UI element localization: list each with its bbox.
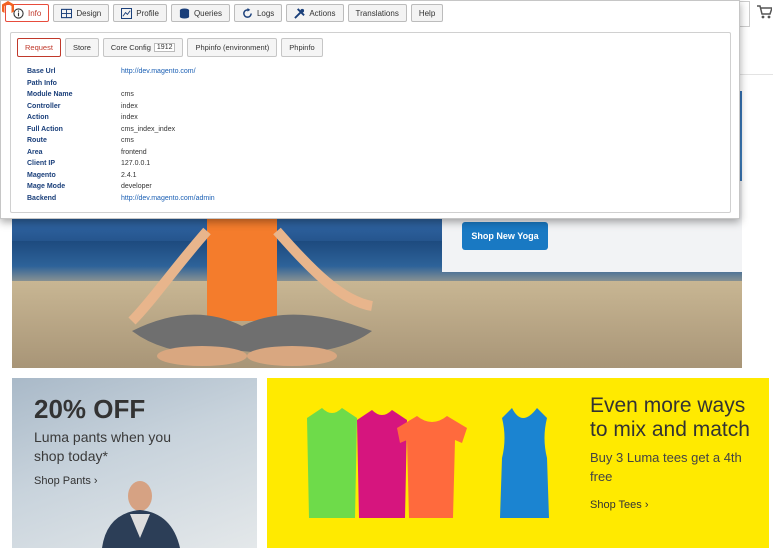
value: cms: [121, 91, 134, 99]
backend-link[interactable]: http://dev.magento.com/admin: [121, 195, 215, 202]
tab-info-label: Info: [28, 8, 42, 18]
subtab-request[interactable]: Request: [17, 38, 61, 57]
key: Module Name: [27, 91, 73, 99]
row-full-action: Full Action cms_index_index: [27, 124, 627, 136]
tees-subtitle: Buy 3 Luma tees get a 4th free: [590, 450, 742, 484]
key: Backend: [27, 194, 57, 202]
info-content-panel: Request Store Core Config 1912 Phpinfo (…: [10, 32, 731, 213]
tab-translations[interactable]: Translations: [347, 4, 407, 22]
row-controller: Controller index: [27, 101, 627, 113]
tab-translations-label: Translations: [355, 8, 399, 18]
subtab-store[interactable]: Store: [64, 38, 99, 57]
tab-actions-label: Actions: [309, 8, 336, 18]
row-route: Route cms: [27, 135, 627, 147]
subtab-core-config-label: Core Config: [110, 43, 151, 52]
row-path-info: Path Info: [27, 78, 627, 90]
tab-design[interactable]: Design: [53, 4, 110, 22]
value: index: [121, 102, 138, 110]
magento-logo-icon[interactable]: [0, 0, 16, 16]
key: Action: [27, 114, 49, 122]
row-backend: Backend http://dev.magento.com/admin: [27, 193, 627, 205]
value: developer: [121, 183, 152, 191]
shop-new-yoga-button[interactable]: Shop New Yoga: [462, 222, 548, 250]
yoga-model-image: [128, 211, 374, 366]
row-action: Action index: [27, 112, 627, 124]
key: Route: [27, 137, 47, 145]
subtab-phpinfo[interactable]: Phpinfo: [281, 38, 323, 57]
database-icon: [179, 7, 190, 19]
key: Base Url: [27, 68, 56, 76]
row-client-ip: Client IP 127.0.0.1: [27, 158, 627, 170]
refresh-icon: [243, 7, 252, 18]
tools-icon: [294, 7, 306, 19]
key: Magento: [27, 171, 56, 179]
tab-queries-label: Queries: [193, 8, 222, 18]
tab-logs[interactable]: Logs: [233, 4, 283, 22]
key: Area: [27, 148, 43, 156]
pants-promo-tile[interactable]: 20% OFF Luma pants when you shop today* …: [12, 378, 257, 548]
value: 127.0.0.1: [121, 160, 151, 168]
grid-icon: [61, 8, 73, 18]
value: cms: [121, 137, 134, 145]
tab-profile-label: Profile: [136, 8, 159, 18]
key: Controller: [27, 102, 61, 110]
key: Mage Mode: [27, 183, 66, 191]
pants-model-image: [102, 481, 180, 548]
tab-help-label: Help: [418, 8, 436, 18]
pants-subtitle: Luma pants when you shop today*: [34, 429, 171, 464]
debug-toolbar-panel: Info Design Profile Queries Logs Actions…: [0, 0, 740, 219]
tees-promo-tile[interactable]: Even more ways to mix and match Buy 3 Lu…: [267, 378, 769, 548]
key: Client IP: [27, 160, 56, 168]
base-url-link[interactable]: http://dev.magento.com/: [121, 68, 196, 75]
tab-actions[interactable]: Actions: [286, 4, 344, 22]
row-magento: Magento 2.4.1: [27, 170, 627, 182]
row-base-url: Base Url http://dev.magento.com/: [27, 66, 627, 78]
chart-icon: [121, 7, 133, 19]
shop-pants-link[interactable]: Shop Pants ›: [34, 475, 98, 487]
tees-product-image: [307, 408, 549, 518]
tab-profile[interactable]: Profile: [113, 4, 167, 22]
row-mage-mode: Mage Mode developer: [27, 181, 627, 193]
tees-headline: Even more ways to mix and match: [590, 394, 750, 441]
cart-icon[interactable]: [756, 4, 772, 20]
pants-headline: 20% OFF: [34, 394, 146, 424]
request-info-table: Base Url http://dev.magento.com/ Path Inf…: [27, 66, 627, 204]
tab-queries[interactable]: Queries: [170, 4, 230, 22]
row-area: Area frontend: [27, 147, 627, 159]
info-subtabs: Request Store Core Config 1912 Phpinfo (…: [17, 38, 323, 57]
key: Path Info: [27, 79, 57, 87]
tab-design-label: Design: [76, 8, 102, 18]
key: Full Action: [27, 125, 63, 133]
value: index: [121, 114, 138, 122]
shop-tees-link[interactable]: Shop Tees ›: [590, 499, 649, 511]
debug-tabbar: Info Design Profile Queries Logs Actions…: [1, 1, 741, 25]
row-module-name: Module Name cms: [27, 89, 627, 101]
subtab-phpinfo-environment[interactable]: Phpinfo (environment): [187, 38, 278, 57]
value: 2.4.1: [121, 171, 137, 179]
core-config-count-badge: 1912: [153, 43, 176, 52]
tab-help[interactable]: Help: [410, 4, 444, 22]
subtab-core-config[interactable]: Core Config 1912: [102, 38, 184, 57]
tab-logs-label: Logs: [256, 8, 275, 18]
value: frontend: [121, 148, 147, 156]
value: cms_index_index: [121, 125, 176, 133]
